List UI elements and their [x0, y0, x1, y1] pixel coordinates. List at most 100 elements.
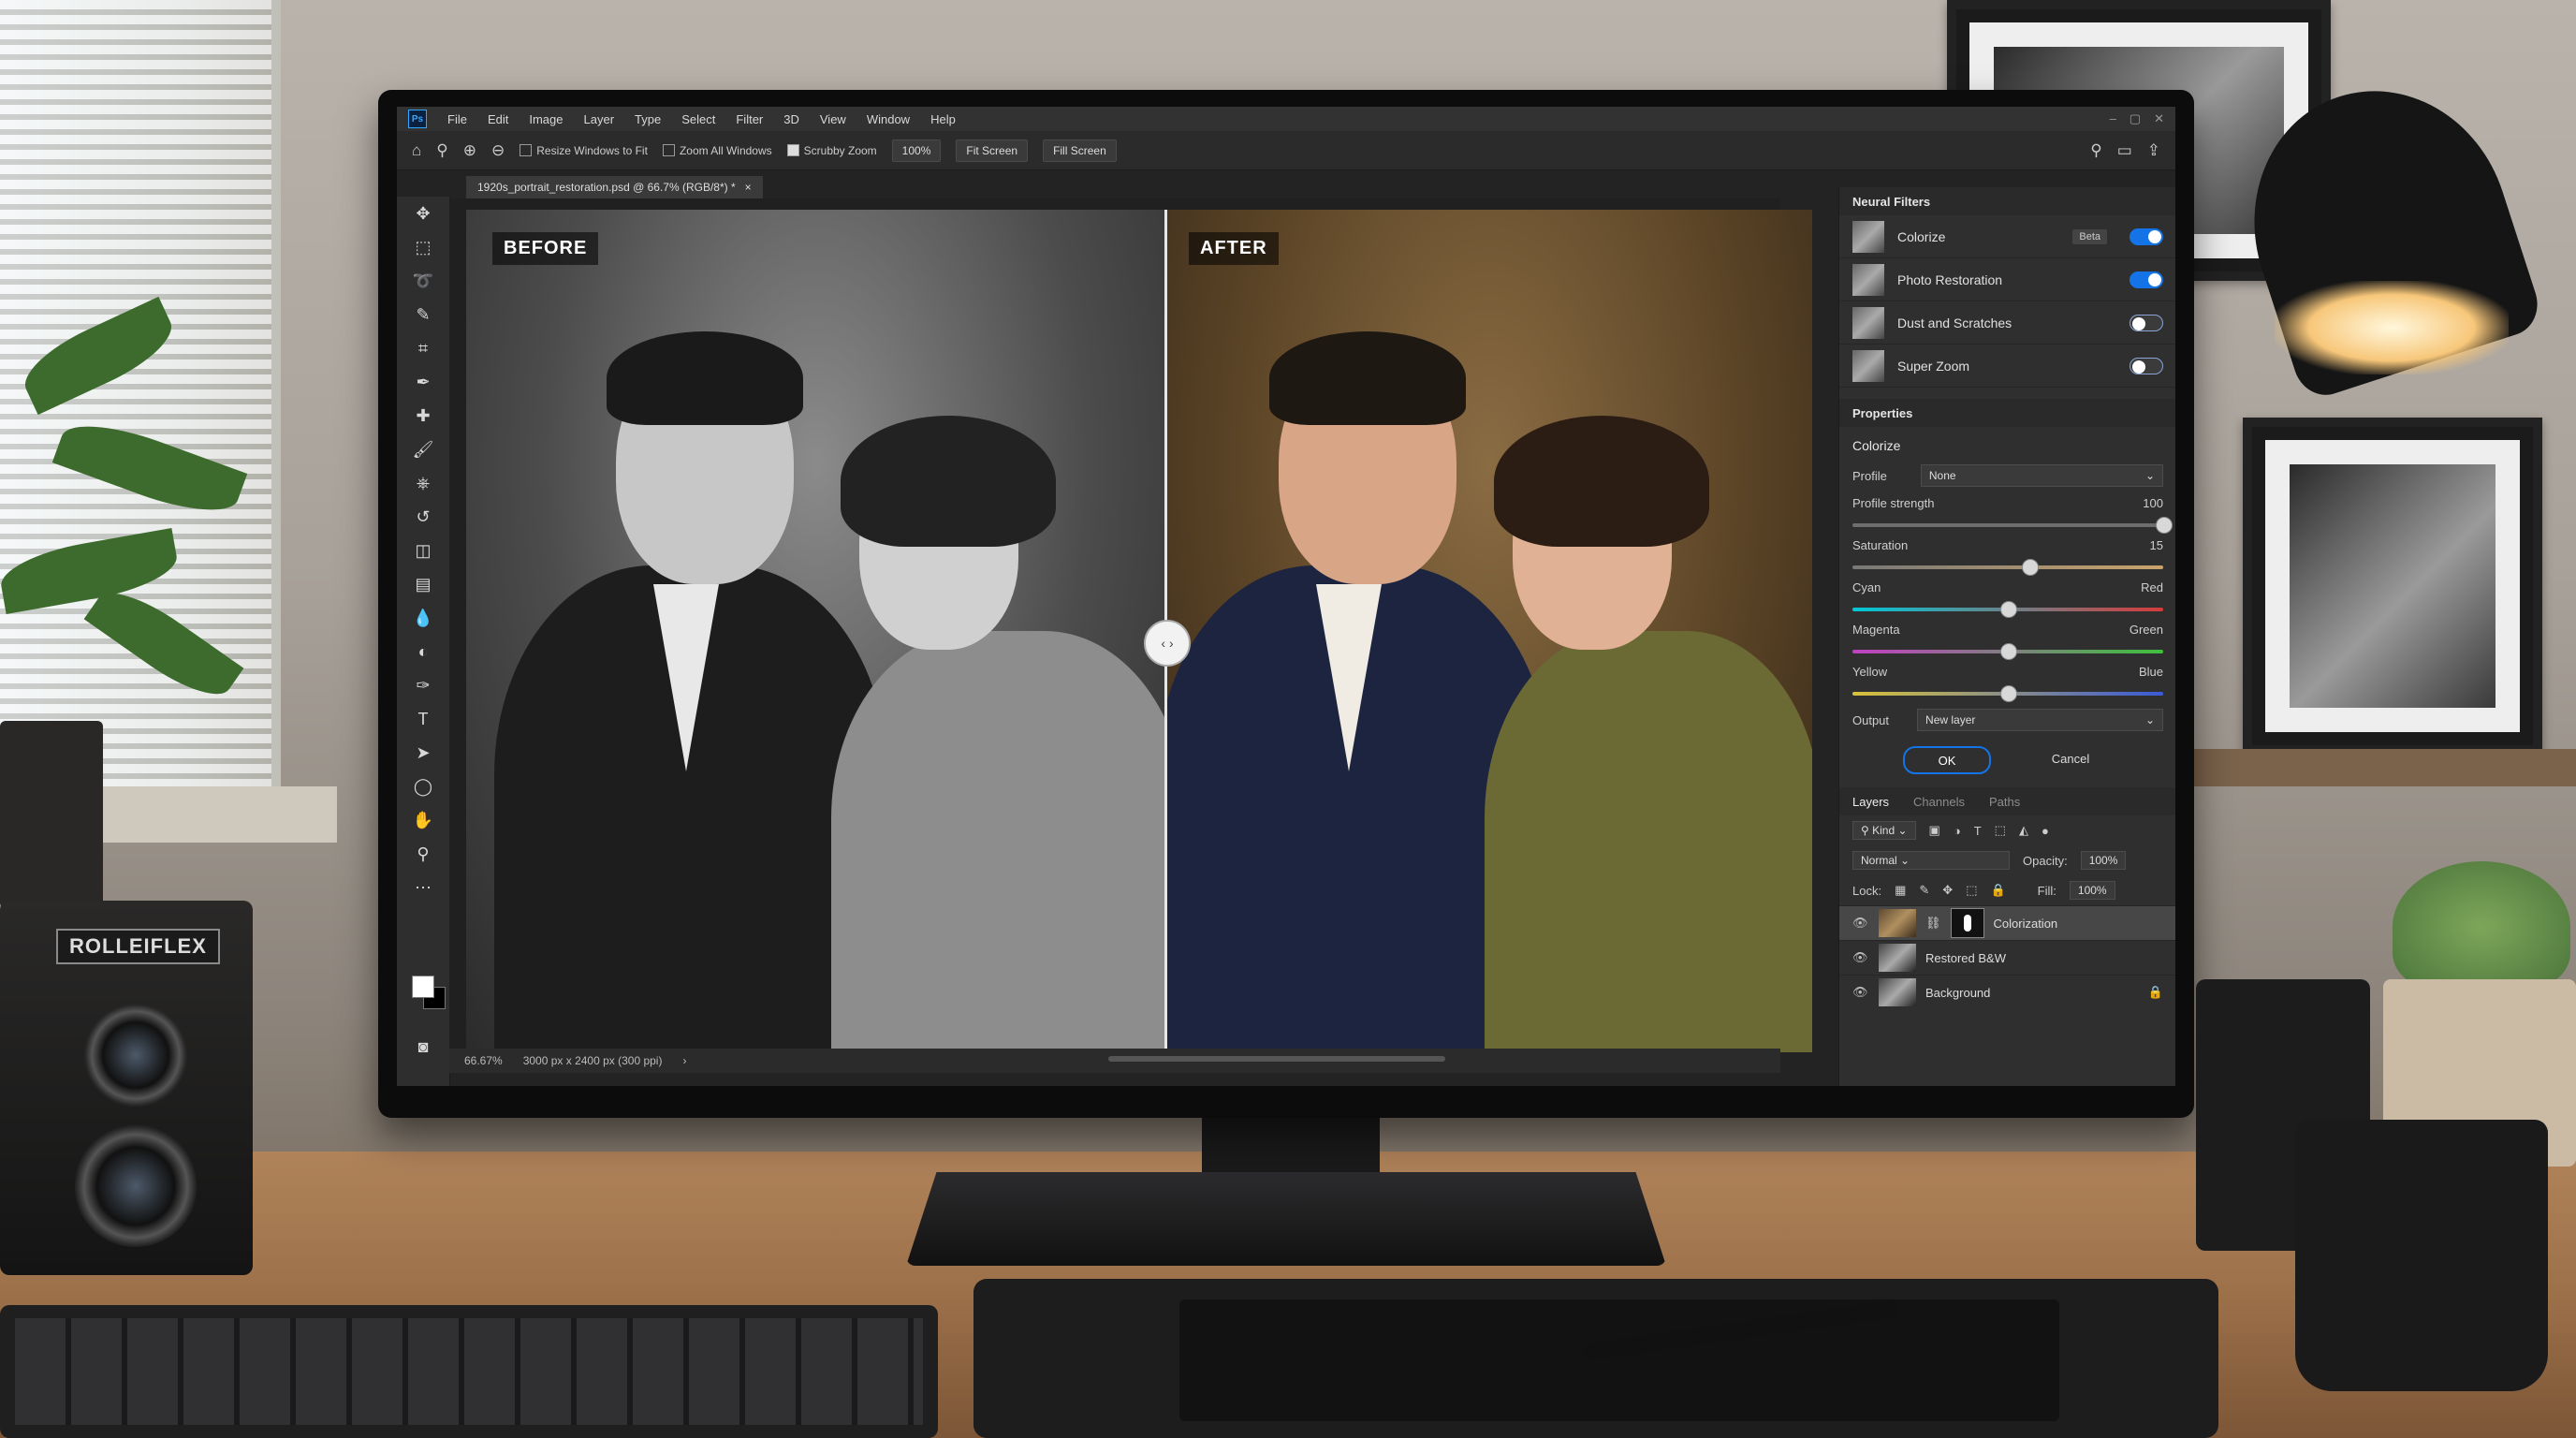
- healing-brush-tool-icon[interactable]: ✚: [397, 399, 449, 433]
- path-selection-tool-icon[interactable]: ➤: [397, 736, 449, 770]
- filter-dust-scratches[interactable]: Dust and Scratches: [1839, 301, 2175, 345]
- before-image[interactable]: BEFORE: [466, 210, 1166, 1052]
- yellow-blue-slider[interactable]: Yellow Blue: [1839, 661, 2175, 703]
- pixel-filter-icon[interactable]: ▣: [1929, 823, 1940, 838]
- workspace-icon[interactable]: ▭: [2117, 141, 2132, 160]
- zoom-tool-icon[interactable]: ⚲: [436, 141, 447, 160]
- horizontal-scrollbar[interactable]: [1108, 1056, 1445, 1062]
- close-tab-icon[interactable]: ×: [745, 181, 752, 194]
- quick-mask-icon[interactable]: ◙: [397, 1030, 449, 1064]
- after-image[interactable]: AFTER: [1166, 210, 1812, 1052]
- share-icon[interactable]: ⇪: [2147, 141, 2160, 160]
- cyan-red-slider[interactable]: Cyan Red: [1839, 577, 2175, 619]
- edit-toolbar-icon[interactable]: ⋯: [397, 871, 449, 904]
- layer-name[interactable]: Restored B&W: [1925, 951, 2006, 965]
- menu-edit[interactable]: Edit: [488, 112, 508, 126]
- kind-filter-dropdown[interactable]: ⚲ Kind ⌄: [1852, 821, 1916, 840]
- slider-track[interactable]: [1852, 559, 2163, 576]
- lock-transparency-icon[interactable]: ▦: [1895, 883, 1906, 898]
- lasso-tool-icon[interactable]: ➰: [397, 264, 449, 298]
- pen-tool-icon[interactable]: ✑: [397, 668, 449, 702]
- cancel-button[interactable]: Cancel: [2028, 746, 2113, 770]
- menu-type[interactable]: Type: [635, 112, 661, 126]
- menu-3d[interactable]: 3D: [783, 112, 799, 126]
- slider-track[interactable]: [1852, 685, 2163, 702]
- layer-mask-thumbnail[interactable]: [1950, 908, 1984, 938]
- saturation-slider[interactable]: Saturation 15: [1839, 535, 2175, 577]
- zoom-all-checkbox[interactable]: Zoom All Windows: [662, 144, 772, 157]
- menu-layer[interactable]: Layer: [584, 112, 615, 126]
- lock-position-icon[interactable]: ✥: [1942, 883, 1953, 898]
- maximize-icon[interactable]: ▢: [2130, 111, 2141, 126]
- filter-colorize[interactable]: Colorize Beta: [1839, 215, 2175, 258]
- dodge-tool-icon[interactable]: ◐: [397, 635, 449, 668]
- layer-colorization[interactable]: 👁 ⛓ Colorization: [1839, 905, 2175, 940]
- fill-input[interactable]: 100%: [2069, 881, 2115, 900]
- slider-thumb[interactable]: [2022, 559, 2040, 576]
- menu-filter[interactable]: Filter: [736, 112, 763, 126]
- magenta-green-slider[interactable]: Magenta Green: [1839, 619, 2175, 661]
- blend-mode-dropdown[interactable]: Normal ⌄: [1852, 851, 2010, 870]
- layer-name[interactable]: Background: [1925, 986, 1990, 1000]
- tab-paths[interactable]: Paths: [1989, 795, 2020, 809]
- photo-restoration-toggle[interactable]: [2130, 271, 2163, 288]
- eye-icon[interactable]: 👁: [1852, 950, 1869, 965]
- crop-tool-icon[interactable]: ⌗: [397, 331, 449, 365]
- filter-photo-restoration[interactable]: Photo Restoration: [1839, 258, 2175, 301]
- slider-thumb[interactable]: [2156, 517, 2173, 534]
- colorize-toggle[interactable]: [2130, 227, 2163, 245]
- slider-track[interactable]: [1852, 517, 2173, 534]
- output-dropdown[interactable]: New layer ⌄: [1917, 709, 2163, 731]
- dust-scratches-toggle[interactable]: [2130, 314, 2163, 331]
- marquee-tool-icon[interactable]: ⬚: [397, 230, 449, 264]
- filter-toggle-icon[interactable]: ●: [2042, 824, 2049, 838]
- document-tab[interactable]: 1920s_portrait_restoration.psd @ 66.7% (…: [466, 176, 763, 198]
- lock-artboard-icon[interactable]: ⬚: [1966, 883, 1977, 898]
- brush-tool-icon[interactable]: 🖌: [397, 433, 449, 466]
- adjustment-filter-icon[interactable]: ◑: [1954, 824, 1961, 838]
- eyedropper-tool-icon[interactable]: ✒: [397, 365, 449, 399]
- zoom-100-button[interactable]: 100%: [891, 139, 942, 162]
- shape-tool-icon[interactable]: ◯: [397, 770, 449, 803]
- hand-tool-icon[interactable]: ✋: [397, 803, 449, 837]
- slider-thumb[interactable]: [2000, 643, 2017, 660]
- history-brush-tool-icon[interactable]: ↺: [397, 500, 449, 534]
- eye-icon[interactable]: 👁: [1852, 985, 1869, 1000]
- menu-view[interactable]: View: [820, 112, 846, 126]
- home-icon[interactable]: ⌂: [412, 141, 421, 160]
- zoom-out-icon[interactable]: ⊖: [491, 141, 505, 160]
- zoom-tool-icon[interactable]: ⚲: [397, 837, 449, 871]
- minimize-icon[interactable]: –: [2110, 111, 2116, 126]
- menu-image[interactable]: Image: [529, 112, 563, 126]
- layer-background[interactable]: 👁 Background 🔒: [1839, 975, 2175, 1009]
- eraser-tool-icon[interactable]: ◫: [397, 534, 449, 567]
- type-tool-icon[interactable]: T: [397, 702, 449, 736]
- blur-tool-icon[interactable]: 💧: [397, 601, 449, 635]
- fill-screen-button[interactable]: Fill Screen: [1043, 139, 1117, 162]
- gradient-tool-icon[interactable]: ▤: [397, 567, 449, 601]
- profile-dropdown[interactable]: None ⌄: [1920, 464, 2163, 487]
- shape-filter-icon[interactable]: ⬚: [1995, 823, 2006, 838]
- tab-layers[interactable]: Layers: [1852, 795, 1889, 809]
- slider-thumb[interactable]: [2000, 685, 2017, 702]
- menu-window[interactable]: Window: [867, 112, 910, 126]
- lock-all-icon[interactable]: 🔒: [1990, 883, 2005, 898]
- quick-selection-tool-icon[interactable]: ✎: [397, 298, 449, 331]
- status-more-icon[interactable]: ›: [682, 1054, 686, 1067]
- menu-file[interactable]: File: [447, 112, 467, 126]
- menu-help[interactable]: Help: [930, 112, 956, 126]
- layer-name[interactable]: Colorization: [1994, 917, 2058, 931]
- zoom-in-icon[interactable]: ⊕: [463, 141, 476, 160]
- foreground-color-swatch[interactable]: [412, 976, 434, 998]
- super-zoom-toggle[interactable]: [2130, 357, 2163, 374]
- ok-button[interactable]: OK: [1903, 746, 1991, 774]
- move-tool-icon[interactable]: ✥: [397, 197, 449, 230]
- smart-object-filter-icon[interactable]: ◭: [2019, 823, 2028, 838]
- profile-strength-slider[interactable]: Profile strength 100: [1839, 492, 2175, 535]
- search-icon[interactable]: ⚲: [2090, 141, 2101, 160]
- layer-restored-bw[interactable]: 👁 Restored B&W: [1839, 940, 2175, 975]
- slider-track[interactable]: [1852, 643, 2163, 660]
- menu-select[interactable]: Select: [681, 112, 715, 126]
- type-filter-icon[interactable]: T: [1974, 824, 1982, 838]
- resize-windows-checkbox[interactable]: Resize Windows to Fit: [520, 144, 648, 157]
